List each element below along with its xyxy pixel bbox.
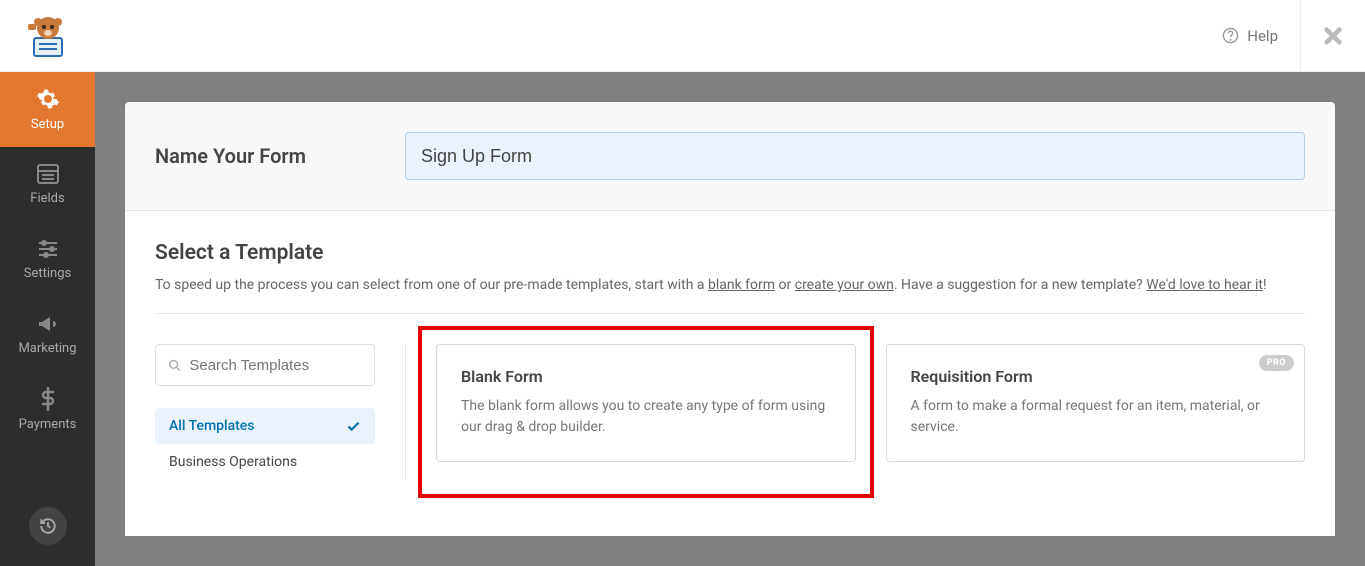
templates-column: Blank Form The blank form allows you to …: [405, 344, 1305, 480]
topbar: Help: [0, 0, 1365, 72]
sidebar-item-label: Fields: [30, 191, 64, 206]
template-title: Requisition Form: [911, 367, 1281, 386]
sidebar-item-fields[interactable]: Fields: [0, 147, 95, 222]
fields-icon: [36, 163, 60, 185]
desc-text: !: [1263, 277, 1267, 293]
sidebar-item-setup[interactable]: Setup: [0, 72, 95, 147]
app-logo[interactable]: [0, 8, 95, 64]
section-desc: To speed up the process you can select f…: [155, 277, 1305, 293]
main-area: Setup Fields Settings Marketing Payments…: [0, 72, 1365, 566]
desc-text: . Have a suggestion for a new template?: [894, 277, 1146, 293]
category-label: Business Operations: [169, 454, 297, 470]
panel-body: Select a Template To speed up the proces…: [125, 211, 1335, 536]
sidebar-footer: [0, 486, 95, 566]
history-button[interactable]: [29, 507, 67, 545]
topbar-left: [0, 8, 95, 64]
close-button[interactable]: [1300, 0, 1365, 71]
help-link[interactable]: Help: [1200, 0, 1300, 71]
section-title: Select a Template: [155, 241, 1305, 265]
sidebar-item-label: Marketing: [18, 341, 76, 356]
history-icon: [39, 517, 57, 535]
gear-icon: [36, 87, 60, 111]
sidebar-item-settings[interactable]: Settings: [0, 222, 95, 297]
category-label: All Templates: [169, 418, 255, 434]
link-create-own[interactable]: create your own: [795, 277, 894, 293]
topbar-right: Help: [1200, 0, 1365, 71]
content-wrap: Name Your Form Select a Template To spee…: [95, 72, 1365, 566]
sliders-icon: [36, 238, 60, 260]
search-icon: [168, 358, 181, 373]
sidebar-item-label: Settings: [24, 266, 71, 281]
check-icon: [346, 419, 361, 434]
sidebar: Setup Fields Settings Marketing Payments: [0, 72, 95, 566]
name-row: Name Your Form: [125, 102, 1335, 211]
desc-text: To speed up the process you can select f…: [155, 277, 708, 293]
bullhorn-icon: [36, 313, 60, 335]
categories-column: All Templates Business Operations: [155, 344, 375, 480]
name-label: Name Your Form: [155, 144, 405, 168]
template-title: Blank Form: [461, 367, 831, 386]
template-card-blank-form[interactable]: Blank Form The blank form allows you to …: [436, 344, 856, 462]
columns: All Templates Business Operations Blank …: [155, 314, 1305, 480]
category-business-operations[interactable]: Business Operations: [155, 444, 375, 480]
template-desc: The blank form allows you to create any …: [461, 396, 831, 438]
sidebar-item-label: Payments: [19, 417, 77, 432]
help-icon: [1222, 27, 1239, 44]
close-icon: [1322, 25, 1344, 47]
template-wrap: PRO Requisition Form A form to make a fo…: [886, 344, 1306, 480]
help-label: Help: [1247, 27, 1278, 45]
desc-text: or: [775, 277, 795, 293]
template-wrap: Blank Form The blank form allows you to …: [436, 344, 856, 480]
link-blank-form[interactable]: blank form: [708, 277, 775, 293]
sidebar-item-label: Setup: [31, 117, 64, 132]
sidebar-item-marketing[interactable]: Marketing: [0, 297, 95, 372]
category-all-templates[interactable]: All Templates: [155, 408, 375, 444]
sidebar-item-payments[interactable]: Payments: [0, 372, 95, 447]
template-desc: A form to make a formal request for an i…: [911, 396, 1281, 438]
template-card-requisition-form[interactable]: PRO Requisition Form A form to make a fo…: [886, 344, 1306, 462]
dollar-icon: [40, 387, 56, 411]
link-feedback[interactable]: We'd love to hear it: [1146, 277, 1263, 293]
search-box[interactable]: [155, 344, 375, 386]
search-input[interactable]: [189, 357, 362, 374]
form-name-input[interactable]: [405, 132, 1305, 180]
pro-badge: PRO: [1259, 355, 1294, 371]
panel: Name Your Form Select a Template To spee…: [125, 102, 1335, 536]
